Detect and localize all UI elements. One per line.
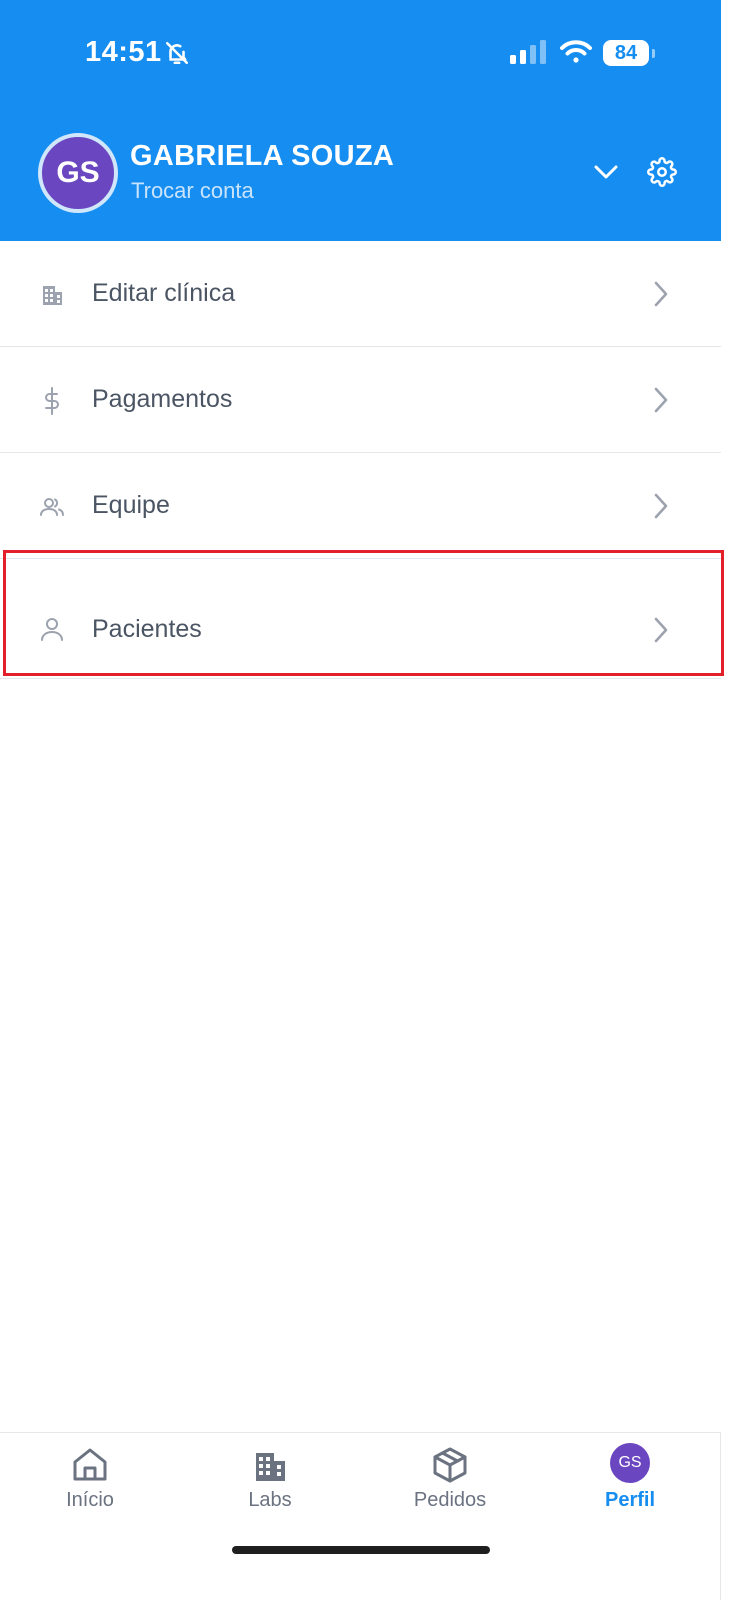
battery-cap [652,49,655,58]
chevron-down-icon[interactable] [591,158,621,186]
highlight-box [3,550,724,676]
team-icon [40,498,64,516]
wifi-icon [560,40,592,63]
chevron-right-icon [654,387,668,413]
menu-item-label: Equipe [92,491,170,519]
nav-item-pedidos[interactable]: Pedidos [360,1433,540,1543]
bottom-navigation: Início Labs Pedidos GS Perfil [0,1432,721,1600]
home-icon [73,1448,107,1481]
chevron-right-icon [654,281,668,307]
switch-account-link[interactable]: Trocar conta [131,178,254,204]
battery-indicator: 84 [603,40,657,66]
nav-label: Perfil [604,1489,656,1511]
nav-label: Pedidos [413,1489,487,1511]
menu-item-editar-clinica[interactable]: Editar clínica [0,241,721,347]
menu-item-label: Editar clínica [92,279,236,307]
account-avatar[interactable]: GS [38,133,118,213]
menu-item-equipe[interactable]: Equipe [0,453,721,559]
status-time: 14:51 [85,36,162,68]
bell-off-icon [165,41,189,65]
building-icon [43,286,62,305]
nav-item-labs[interactable]: Labs [180,1433,360,1543]
signal-icon [510,40,546,64]
nav-item-inicio[interactable]: Início [0,1433,180,1543]
buildings-icon [256,1453,285,1481]
menu-item-pagamentos[interactable]: Pagamentos [0,347,721,453]
profile-header: 14:51 84 GS GABRIELA SOUZA Trocar conta [0,0,721,241]
nav-label: Início [66,1489,114,1511]
battery-level: 84 [603,40,649,66]
menu-item-label: Pagamentos [92,385,233,413]
home-indicator [232,1546,490,1554]
box-icon [433,1447,467,1483]
dollar-icon [45,387,59,415]
nav-label: Labs [248,1489,292,1511]
gear-icon[interactable] [647,157,677,187]
nav-item-perfil[interactable]: GS Perfil [540,1433,720,1543]
chevron-right-icon [654,493,668,519]
account-name[interactable]: GABRIELA SOUZA [130,140,394,173]
avatar: GS [610,1443,650,1483]
